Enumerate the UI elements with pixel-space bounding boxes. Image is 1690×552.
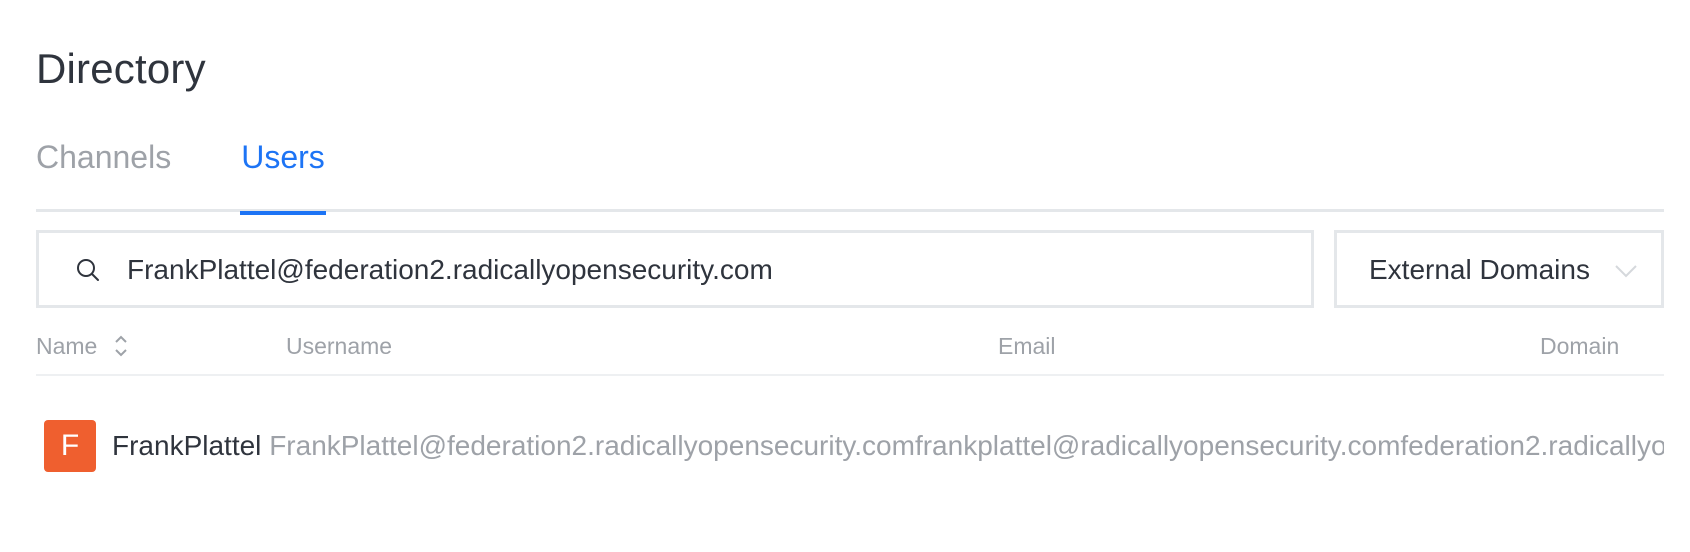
domain-filter-select[interactable]: External Domains — [1334, 230, 1664, 308]
domain-filter-value: External Domains — [1369, 254, 1590, 285]
column-header-name-label: Name — [36, 333, 98, 359]
user-username: FrankPlattel@federation2.radicallyopense… — [269, 430, 915, 461]
directory-page: Directory Channels Users External Domain… — [0, 0, 1690, 552]
column-header-name[interactable]: Name — [36, 328, 128, 364]
row-text: FrankPlattel FrankPlattel@federation2.ra… — [112, 424, 1664, 468]
search-input[interactable] — [127, 247, 1287, 293]
user-email: frankplattel@radicallyopensecurity.com — [914, 430, 1401, 461]
user-domain: federation2.radicallyopensecurity.com — [1400, 430, 1664, 461]
active-tab-indicator — [240, 211, 326, 215]
user-name: FrankPlattel — [112, 430, 262, 461]
search-icon — [77, 259, 99, 281]
tab-users-label: Users — [241, 139, 325, 175]
chevron-down-icon — [1615, 265, 1637, 278]
column-header-username: Username — [286, 333, 393, 359]
sort-icon[interactable] — [114, 333, 128, 359]
search-box[interactable] — [36, 230, 1314, 308]
tab-bar: Channels Users — [36, 134, 1664, 215]
column-header-domain: Domain — [1540, 333, 1620, 359]
table-header: Name Username Email Domain — [36, 320, 1664, 376]
table-row[interactable]: F FrankPlattel FrankPlattel@federation2.… — [36, 410, 1664, 480]
column-header-email: Email — [998, 333, 1056, 359]
page-title: Directory — [36, 45, 206, 92]
tab-channels[interactable]: Channels — [36, 134, 171, 212]
avatar: F — [44, 420, 96, 472]
tab-users[interactable]: Users — [240, 134, 326, 215]
